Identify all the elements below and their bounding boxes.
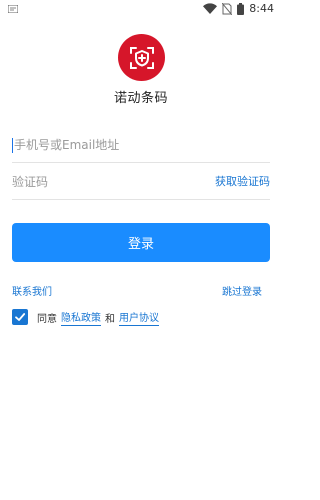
verification-code-input[interactable]	[12, 164, 192, 200]
agree-checkbox[interactable]	[12, 309, 28, 325]
user-agreement-link[interactable]: 用户协议	[119, 309, 159, 326]
agree-prefix: 同意	[37, 313, 57, 325]
checkmark-icon	[15, 313, 26, 321]
get-code-button[interactable]: 获取验证码	[215, 164, 270, 200]
app-name: 诺动条码	[113, 91, 168, 106]
login-button[interactable]: 登录	[12, 223, 270, 262]
skip-login-link[interactable]: 跳过登录	[222, 283, 262, 298]
clock: 8:44	[249, 2, 274, 15]
wifi-icon	[203, 3, 218, 14]
app-logo	[118, 34, 165, 81]
agree-and: 和	[105, 313, 115, 325]
privacy-policy-link[interactable]: 隐私政策	[61, 309, 101, 326]
phone-email-field[interactable]	[12, 127, 270, 163]
battery-icon	[237, 2, 245, 15]
scan-shield-icon	[129, 46, 154, 69]
phone-email-input[interactable]	[12, 127, 192, 163]
agreement-row: 同意 隐私政策 和 用户协议	[12, 309, 163, 326]
contact-us-link[interactable]: 联系我们	[12, 283, 52, 298]
status-bar: 8:44	[0, 0, 282, 20]
verification-code-field[interactable]: 获取验证码	[12, 164, 270, 200]
notification-icon	[8, 5, 18, 13]
no-sim-icon	[222, 2, 233, 15]
